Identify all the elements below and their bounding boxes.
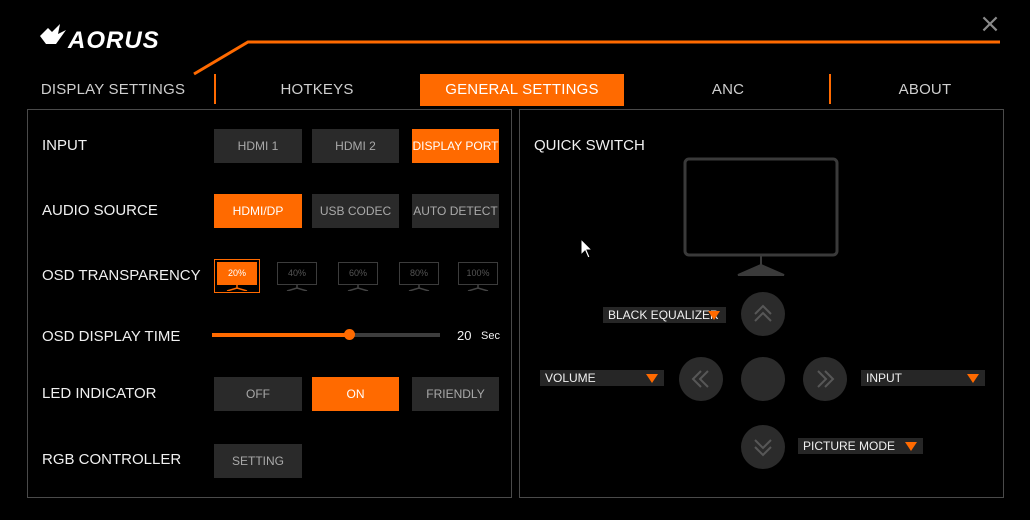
dropdown-value: VOLUME	[545, 371, 596, 385]
monitor-stand-icon	[467, 285, 489, 291]
input-hdmi1-button[interactable]: HDMI 1	[214, 129, 302, 163]
double-chevron-right-icon	[817, 370, 835, 388]
audio-source-label: AUDIO SOURCE	[42, 202, 158, 219]
right-shortcut-dropdown[interactable]: INPUT	[861, 370, 985, 386]
osd-time-value: 20	[457, 328, 472, 343]
transparency-value: 100%	[458, 262, 498, 285]
center-button[interactable]	[741, 357, 785, 401]
tab-anc[interactable]: ANC	[632, 74, 824, 106]
osd-transparency-label: OSD TRANSPARENCY	[42, 267, 201, 284]
rgb-setting-button[interactable]: SETTING	[214, 444, 302, 478]
osd-time-slider-handle[interactable]	[344, 329, 355, 340]
osd-display-time-label: OSD DISPLAY TIME	[42, 328, 181, 345]
up-shortcut-dropdown[interactable]: BLACK EQUALIZER	[603, 307, 726, 323]
transparency-20-option[interactable]: 20%	[214, 259, 260, 293]
transparency-value: 20%	[217, 262, 257, 285]
general-settings-panel	[27, 109, 512, 498]
transparency-80-option[interactable]: 80%	[397, 260, 441, 292]
input-hdmi2-button[interactable]: HDMI 2	[312, 129, 399, 163]
quick-switch-title: QUICK SWITCH	[534, 137, 645, 154]
double-chevron-up-icon	[754, 304, 772, 322]
transparency-value: 40%	[277, 262, 317, 285]
monitor-stand-icon	[286, 285, 308, 291]
left-button[interactable]	[679, 357, 723, 401]
tab-divider	[214, 74, 216, 104]
tab-divider	[829, 74, 831, 104]
transparency-60-option[interactable]: 60%	[336, 260, 380, 292]
dropdown-value: INPUT	[866, 371, 902, 385]
monitor-stand-icon	[226, 285, 248, 291]
transparency-value: 60%	[338, 262, 378, 285]
dropdown-value: BLACK EQUALIZER	[608, 308, 719, 322]
monitor-stand-icon	[347, 285, 369, 291]
led-on-button[interactable]: ON	[312, 377, 399, 411]
down-button[interactable]	[741, 425, 785, 469]
tab-display-settings[interactable]: DISPLAY SETTINGS	[28, 74, 198, 106]
mouse-cursor-icon	[580, 238, 594, 259]
audio-hdmi-dp-button[interactable]: HDMI/DP	[214, 194, 302, 228]
double-chevron-down-icon	[754, 439, 772, 457]
dropdown-arrow-icon	[708, 311, 720, 320]
osd-time-slider-fill	[212, 333, 349, 337]
tab-about[interactable]: ABOUT	[840, 74, 1010, 106]
audio-auto-detect-button[interactable]: AUTO DETECT	[412, 194, 499, 228]
tab-hotkeys[interactable]: HOTKEYS	[222, 74, 412, 106]
audio-usb-codec-button[interactable]: USB CODEC	[312, 194, 399, 228]
logo-text: AORUS	[67, 27, 160, 54]
left-shortcut-dropdown[interactable]: VOLUME	[540, 370, 664, 386]
led-friendly-button[interactable]: FRIENDLY	[412, 377, 499, 411]
led-off-button[interactable]: OFF	[214, 377, 302, 411]
transparency-100-option[interactable]: 100%	[456, 260, 500, 292]
close-icon[interactable]: ×	[978, 11, 1002, 37]
up-button[interactable]	[741, 292, 785, 336]
dropdown-value: PICTURE MODE	[803, 439, 896, 453]
input-displayport-button[interactable]: DISPLAY PORT	[412, 129, 499, 163]
dropdown-arrow-icon	[967, 374, 979, 383]
led-indicator-label: LED INDICATOR	[42, 385, 157, 402]
right-button[interactable]	[803, 357, 847, 401]
transparency-value: 80%	[399, 262, 439, 285]
input-label: INPUT	[42, 137, 87, 154]
osd-time-unit: Sec	[481, 330, 500, 342]
aorus-logo: AORUS	[38, 22, 188, 58]
rgb-controller-label: RGB CONTROLLER	[42, 451, 182, 468]
monitor-stand-icon	[408, 285, 430, 291]
dropdown-arrow-icon	[646, 374, 658, 383]
tab-general-settings[interactable]: GENERAL SETTINGS	[420, 74, 624, 106]
monitor-icon	[683, 157, 839, 276]
double-chevron-left-icon	[691, 370, 709, 388]
down-shortcut-dropdown[interactable]: PICTURE MODE	[798, 438, 923, 454]
transparency-40-option[interactable]: 40%	[275, 260, 319, 292]
dropdown-arrow-icon	[905, 442, 917, 451]
